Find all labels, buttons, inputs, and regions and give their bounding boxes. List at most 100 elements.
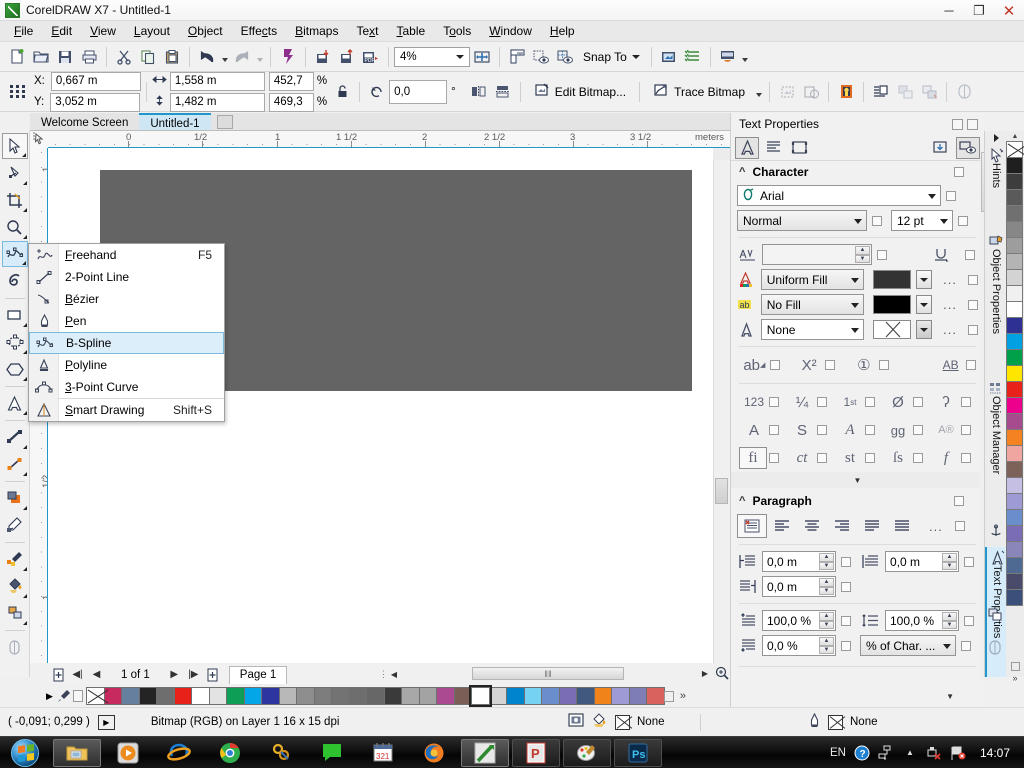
palette-swatch[interactable] [121,687,140,705]
contextual-ligatures-icon[interactable]: ſs [883,447,913,469]
palette-swatch[interactable] [296,687,315,705]
character-tab[interactable] [735,136,759,159]
palette-swatch[interactable] [313,687,333,705]
menu-window[interactable]: Window [480,22,541,40]
flyout-item-b-spline[interactable]: B-Spline [29,332,224,354]
fractions-icon[interactable]: ¼ [787,391,817,413]
menu-table[interactable]: Table [388,22,435,40]
undo-arrow-icon[interactable] [195,45,219,69]
right-palette-swatch[interactable] [1006,541,1023,558]
paste-icon[interactable] [160,45,184,69]
palette-swatch[interactable] [331,687,350,705]
menu-effects[interactable]: Effects [232,22,286,40]
alternate-annotation-checkbox[interactable] [961,425,971,435]
save-disk-icon[interactable] [53,45,77,69]
undo-dropdown-arrow-icon[interactable] [219,46,230,68]
right-palette-swatch[interactable] [1006,445,1023,462]
ruler-origin-icon[interactable] [30,131,48,148]
firefox-task[interactable] [410,739,458,767]
opentype-expand-icon[interactable]: ▼ [731,472,984,488]
flyout-item-smart-drawing[interactable]: Smart Drawing Shift+S [29,399,224,421]
slashed-zero-checkbox[interactable] [913,397,923,407]
vertical-scroll-up-button[interactable] [713,148,730,160]
internet-explorer-task[interactable] [155,739,203,767]
palette-swatch[interactable] [348,687,368,705]
historical-ligatures-icon[interactable]: st [835,447,865,469]
alignment-checkbox[interactable] [954,521,965,531]
drop-shadow-tool[interactable] [2,485,28,511]
palette-no-color-box[interactable] [73,690,84,702]
export-icon[interactable] [335,45,359,69]
flyout-item-2-point-line[interactable]: 2-Point Line [29,266,224,288]
space-after-checkbox[interactable] [841,640,851,651]
docker-tab-layers[interactable] [984,600,1006,630]
action-center-flag-icon[interactable] [950,745,966,761]
background-type-combo[interactable]: No Fill [760,294,865,315]
color-proof-icon[interactable] [568,713,584,731]
italic-alternates-checkbox[interactable] [865,425,875,435]
right-indent-checkbox[interactable] [841,581,851,592]
fill-more-button[interactable]: ... [943,272,957,287]
right-palette-swatch[interactable] [1006,365,1023,382]
pin-down-icon[interactable] [928,137,952,159]
position-icon[interactable]: X² [794,354,825,376]
ornaments-icon[interactable]: ① [849,354,880,376]
palette-options-box[interactable] [663,690,674,702]
align-center-button[interactable] [797,514,827,538]
contextual-alternates-icon[interactable]: gg [883,419,913,441]
swash-icon[interactable]: ʔ [931,391,961,413]
palette-swatch[interactable] [646,687,665,705]
ornaments-checkbox[interactable] [879,360,890,370]
flyout-item-polyline[interactable]: Polyline [29,354,224,376]
edit-bitmap-button[interactable]: Edit Bitmap... [526,79,634,105]
menu-bitmaps[interactable]: Bitmaps [286,22,347,40]
media-player-task[interactable] [104,739,152,767]
wrap-paragraph-text-icon[interactable] [869,80,893,104]
menu-view[interactable]: View [81,22,125,40]
ellipse-tool[interactable] [2,329,28,355]
right-palette-swatch[interactable] [1006,349,1023,366]
right-palette-swatch[interactable] [1006,333,1023,350]
right-palette-swatch[interactable] [1006,285,1023,302]
lock-ratio-icon[interactable] [330,80,354,104]
last-page-button[interactable]: |▶ [185,666,202,683]
scale-y-input[interactable]: 469,3 [268,92,314,112]
y-position-input[interactable]: 3,052 m [50,92,141,112]
options-icon[interactable] [657,45,681,69]
snap-to-arrow-icon[interactable] [631,54,640,59]
photoshop-task[interactable]: Ps [614,738,662,767]
windows-explorer-task[interactable] [53,738,101,767]
palette-scroll-arrow-icon[interactable]: ▶ [44,687,55,705]
palette-swatch[interactable] [436,687,455,705]
right-palette-swatch[interactable] [1006,573,1023,590]
ordinals-checkbox[interactable] [865,397,875,407]
kerning-input[interactable]: ▲ ▼ [762,244,872,265]
import-icon[interactable] [311,45,335,69]
show-hidden-icons-button[interactable]: ▲ [902,745,918,761]
first-line-indent-input[interactable]: 0,0 m ▲ ▼ [885,551,959,572]
docker-tab-transparency[interactable] [984,632,1006,662]
palette-swatch[interactable] [226,687,245,705]
taskbar-clock[interactable]: 14:07 [974,746,1016,760]
palette-swatch-row[interactable] [86,685,665,707]
background-color-swatch[interactable] [873,295,912,314]
status-expand-button[interactable]: ▶ [97,714,115,730]
palette-swatch[interactable] [558,687,578,705]
italic-alternates-icon[interactable]: A [835,419,865,441]
right-palette-options-box[interactable] [1006,660,1024,672]
outline-color-dropdown-arrow-icon[interactable] [916,320,933,339]
palette-eyedropper-icon[interactable] [55,689,73,703]
application-launcher-icon[interactable] [716,45,740,69]
font-style-checkbox[interactable] [872,215,882,226]
right-palette-swatch[interactable] [1006,157,1023,174]
right-palette-swatch[interactable] [1006,253,1023,270]
paragraph-section-header[interactable]: ^ Paragraph [731,490,984,512]
shape-tool[interactable] [2,160,28,186]
palette-swatch[interactable] [278,687,298,705]
font-family-combo[interactable]: Arial [737,185,941,206]
palette-swatch[interactable] [173,687,193,705]
right-palette-swatch[interactable] [1006,429,1023,446]
parallel-dimension-tool[interactable] [2,424,28,450]
align-right-button[interactable] [827,514,857,538]
outline-checkbox[interactable] [968,324,978,335]
